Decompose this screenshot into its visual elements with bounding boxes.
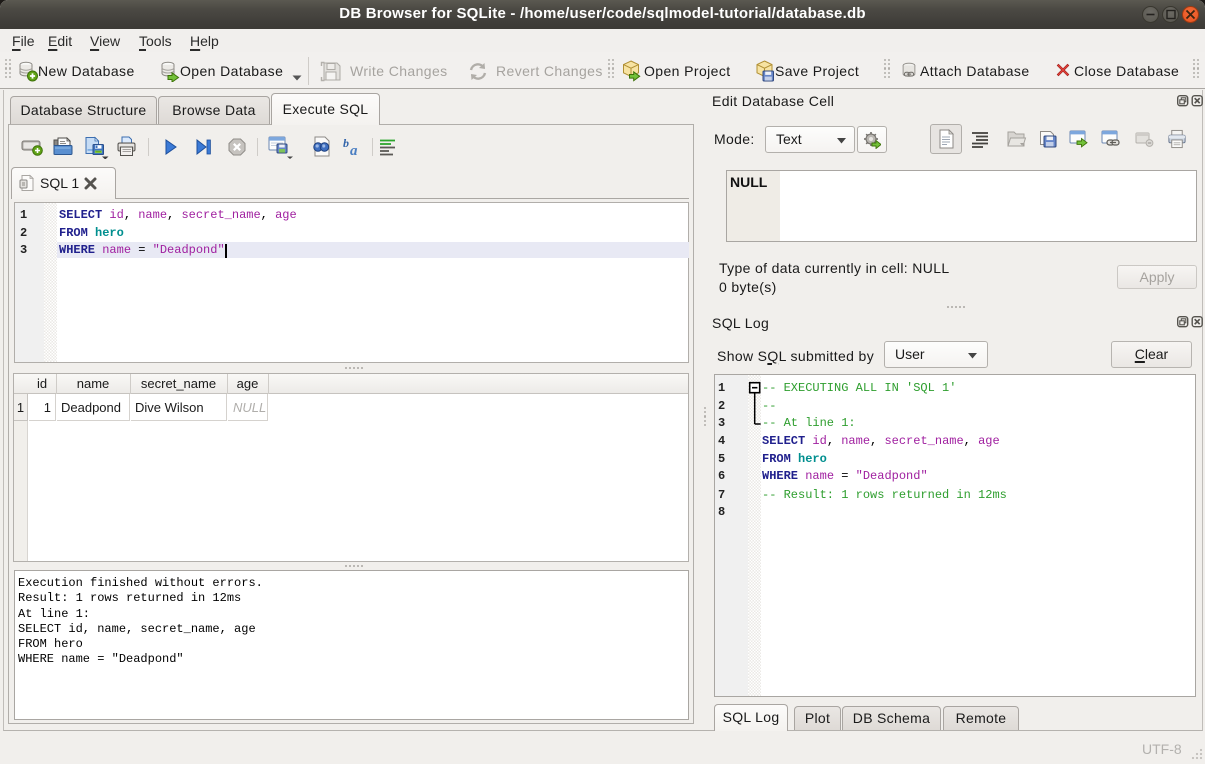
svg-text:a: a: [350, 143, 358, 158]
svg-text:b: b: [343, 136, 349, 150]
